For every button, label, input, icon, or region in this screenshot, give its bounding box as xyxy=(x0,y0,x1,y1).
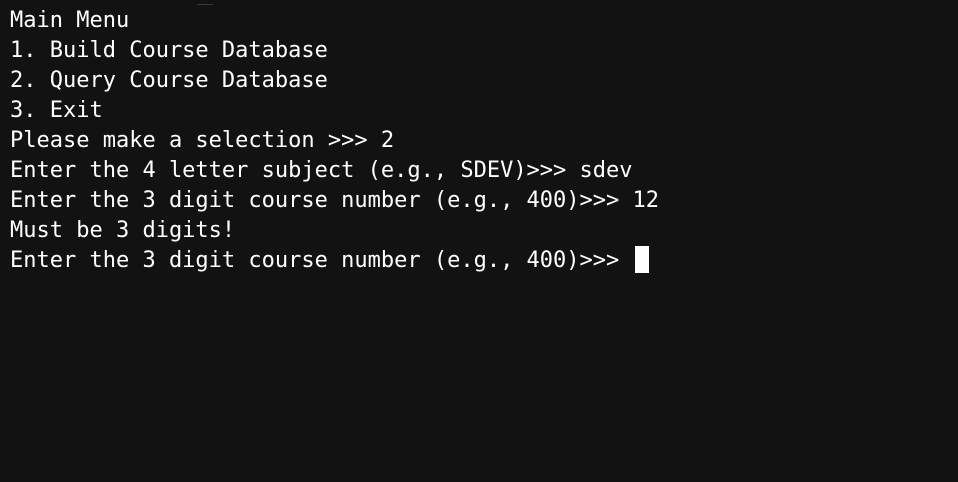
terminal-line-error: Must be 3 digits! xyxy=(10,216,948,246)
terminal-line-option-1: 1. Build Course Database xyxy=(10,36,948,66)
user-input-text: 2 xyxy=(380,128,395,153)
prompt-text: Enter the 3 digit course number (e.g., 4… xyxy=(10,188,633,213)
user-input-text: sdev xyxy=(579,158,633,183)
prompt-text: Please make a selection >>> xyxy=(10,128,381,153)
output-text: Main Menu xyxy=(10,8,130,33)
terminal-line-selection: Please make a selection >>> 2 xyxy=(10,126,948,156)
terminal-window[interactable]: Main Menu 1. Build Course Database 2. Qu… xyxy=(0,0,958,482)
prompt-text: Enter the 3 digit course number (e.g., 4… xyxy=(10,248,633,273)
terminal-line-active-prompt[interactable]: Enter the 3 digit course number (e.g., 4… xyxy=(10,245,948,276)
output-text: 3. Exit xyxy=(10,98,103,123)
output-text: 1. Build Course Database xyxy=(10,38,328,63)
output-text: 2. Query Course Database xyxy=(10,68,328,93)
error-message: Must be 3 digits! xyxy=(10,218,236,243)
user-input-text: 12 xyxy=(632,188,660,213)
terminal-line-menu-title: Main Menu xyxy=(10,6,948,36)
text-cursor xyxy=(634,245,649,273)
top-divider-mark xyxy=(197,4,213,5)
terminal-line-course-number: Enter the 3 digit course number (e.g., 4… xyxy=(10,186,948,216)
terminal-line-subject: Enter the 4 letter subject (e.g., SDEV)>… xyxy=(10,156,948,186)
terminal-line-option-3: 3. Exit xyxy=(10,96,948,126)
terminal-line-option-2: 2. Query Course Database xyxy=(10,66,948,96)
prompt-text: Enter the 4 letter subject (e.g., SDEV)>… xyxy=(10,158,580,183)
